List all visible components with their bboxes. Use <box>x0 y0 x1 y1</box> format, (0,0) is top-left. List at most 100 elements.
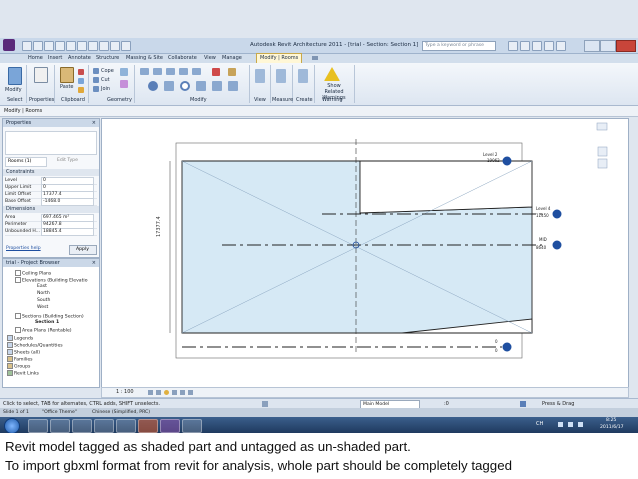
group-constraints[interactable]: Constraints <box>3 169 99 176</box>
print-icon[interactable] <box>66 41 76 51</box>
maximize-button[interactable] <box>600 40 616 52</box>
join-icon[interactable] <box>93 86 99 92</box>
cut-geometry-icon[interactable] <box>93 77 99 83</box>
browser-node-revit-links[interactable]: Revit Links <box>7 370 39 378</box>
dimension-value[interactable]: 17377.4 <box>156 216 162 237</box>
tray-flag-icon[interactable] <box>578 422 583 427</box>
detail-level-icon[interactable] <box>148 390 153 395</box>
tab-collaborate[interactable]: Collaborate <box>168 54 197 63</box>
cope-icon[interactable] <box>93 68 99 74</box>
expand-icon[interactable] <box>15 270 21 276</box>
modify-button[interactable]: Modify <box>5 87 22 93</box>
taskbar-app-explorer-icon[interactable] <box>28 419 48 433</box>
mirror-icon[interactable] <box>166 68 175 75</box>
array-icon[interactable] <box>212 81 222 91</box>
pin-icon[interactable] <box>228 68 236 76</box>
tab-view[interactable]: View <box>204 54 216 63</box>
section-icon[interactable] <box>110 41 120 51</box>
tray-network-icon[interactable] <box>558 422 563 427</box>
paste-icon[interactable] <box>60 67 74 83</box>
browser-node-elevations[interactable]: Elevations (Building Elevatio <box>15 277 88 285</box>
close-icon[interactable]: × <box>92 259 96 267</box>
edit-type-button[interactable]: Edit Type <box>53 157 93 165</box>
copy-icon[interactable] <box>78 78 84 84</box>
cut-scissors-icon[interactable] <box>78 69 84 75</box>
browser-node-south[interactable]: South <box>37 298 50 304</box>
split-face-icon[interactable] <box>120 68 128 76</box>
start-button[interactable] <box>4 418 20 433</box>
redo-icon[interactable] <box>55 41 65 51</box>
drawing-area[interactable]: 17377.4 Level 2 19062 Level 4 11450 MID … <box>101 118 629 388</box>
paste-button[interactable]: Paste <box>60 84 74 90</box>
taskbar-app-browser-icon[interactable] <box>72 419 92 433</box>
open-icon[interactable] <box>22 41 32 51</box>
ime-indicator[interactable]: CH <box>536 421 543 427</box>
split-icon[interactable] <box>192 68 201 75</box>
browser-node-east[interactable]: East <box>37 284 47 290</box>
hide-in-view-icon[interactable] <box>255 69 265 83</box>
sun-path-icon[interactable] <box>164 390 169 395</box>
measure-icon[interactable] <box>77 41 87 51</box>
communication-icon[interactable] <box>532 41 542 51</box>
taskbar-app-word-icon[interactable] <box>116 419 136 433</box>
trim-icon[interactable] <box>196 81 206 91</box>
prop-row-unbounded-height[interactable]: Unbounded H... 18845.4 <box>5 228 97 236</box>
copy-element-icon[interactable] <box>164 81 174 91</box>
close-button[interactable] <box>616 40 636 52</box>
tab-home[interactable]: Home <box>28 54 43 63</box>
temporary-hide-icon[interactable] <box>188 390 193 395</box>
cut-button[interactable]: Cut <box>101 77 110 83</box>
view-scale[interactable]: 1 : 100 <box>116 388 134 397</box>
paint-icon[interactable] <box>120 80 128 88</box>
properties-help-link[interactable]: Properties help <box>6 246 41 251</box>
search-box[interactable]: Type a keyword or phrase <box>422 41 496 51</box>
switch-windows-icon[interactable] <box>121 41 131 51</box>
align-icon[interactable] <box>140 68 149 75</box>
rotate-icon[interactable] <box>180 81 190 91</box>
type-filter-dropdown[interactable]: Rooms (1) <box>5 157 47 167</box>
search-input[interactable]: Type a keyword or phrase <box>425 42 484 50</box>
taskbar-app-photo-icon[interactable] <box>182 419 202 433</box>
filter-icon[interactable] <box>520 401 526 407</box>
move-icon[interactable] <box>148 81 158 91</box>
shadows-icon[interactable] <box>172 390 177 395</box>
taskbar-app-powerpoint-icon[interactable] <box>138 419 158 433</box>
app-menu-button[interactable] <box>3 39 15 51</box>
save-icon[interactable] <box>33 41 43 51</box>
mirror-draw-icon[interactable] <box>179 68 188 75</box>
browser-node-section-1[interactable]: Section 1 <box>35 320 59 326</box>
tray-volume-icon[interactable] <box>568 422 573 427</box>
offset-icon[interactable] <box>153 68 162 75</box>
expand-icon[interactable] <box>15 327 21 333</box>
minimize-button[interactable] <box>584 40 600 52</box>
join-button[interactable]: Join <box>101 86 110 92</box>
tab-modify-rooms[interactable]: Modify | Rooms <box>256 53 303 63</box>
modify-cursor-icon[interactable] <box>8 67 22 85</box>
clock-date[interactable]: 2011/6/17 <box>600 425 624 430</box>
measure-icon[interactable] <box>276 69 286 83</box>
scale-icon[interactable] <box>228 81 238 91</box>
properties-icon[interactable] <box>34 67 48 83</box>
worksets-icon[interactable] <box>262 401 268 407</box>
tab-annotate[interactable]: Annotate <box>68 54 91 63</box>
match-type-icon[interactable] <box>78 87 84 93</box>
warning-icon[interactable] <box>324 67 340 81</box>
3d-view-icon[interactable] <box>99 41 109 51</box>
browser-node-west[interactable]: West <box>37 305 48 311</box>
apply-button[interactable]: Apply <box>69 245 97 255</box>
clock-time[interactable]: 8:25 <box>606 418 616 423</box>
taskbar-app-revit-icon[interactable] <box>160 419 180 433</box>
taskbar-app-mail-icon[interactable] <box>94 419 114 433</box>
tab-massing-site[interactable]: Massing & Site <box>126 54 163 63</box>
cope-button[interactable]: Cope <box>101 68 114 74</box>
tab-structure[interactable]: Structure <box>96 54 119 63</box>
crop-view-icon[interactable] <box>180 390 185 395</box>
tab-manage[interactable]: Manage <box>222 54 242 63</box>
collapse-icon[interactable] <box>15 277 21 283</box>
group-dimensions[interactable]: Dimensions <box>3 206 99 213</box>
ribbon-minimize-icon[interactable] <box>312 56 318 60</box>
visual-style-icon[interactable] <box>156 390 161 395</box>
favorites-star-icon[interactable] <box>544 41 554 51</box>
binoculars-icon[interactable] <box>508 41 518 51</box>
browser-node-north[interactable]: North <box>37 291 50 297</box>
